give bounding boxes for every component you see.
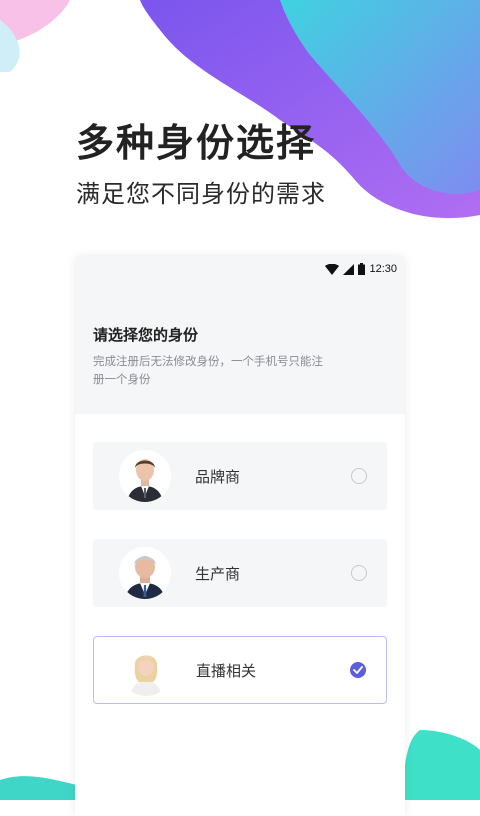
woman-avatar [120, 644, 172, 696]
option-label: 品牌商 [195, 467, 241, 486]
option-label: 直播相关 [196, 661, 257, 680]
identity-option-livestream[interactable]: 直播相关 [93, 636, 387, 704]
wifi-icon [325, 263, 340, 275]
promo-subline: 满足您不同身份的需求 [76, 180, 326, 208]
man-in-suit-avatar [119, 450, 171, 502]
checkmark-icon [353, 666, 363, 674]
status-time: 12:30 [369, 263, 397, 275]
screen-header: 12:30 请选择您的身份 完成注册后无法修改身份，一个手机号只能注册一个身份 [75, 256, 405, 414]
identity-option-brand[interactable]: 品牌商 [93, 442, 387, 510]
page-title: 请选择您的身份 [93, 326, 199, 344]
identity-option-manufacturer[interactable]: 生产商 [93, 539, 387, 607]
older-man-avatar [119, 547, 171, 599]
status-bar: 12:30 [325, 262, 397, 276]
decorative-blob-bottom-right [400, 730, 480, 800]
radio-checked-icon[interactable] [350, 662, 366, 678]
option-label: 生产商 [195, 564, 241, 583]
signal-icon [343, 263, 355, 275]
decorative-blob-top-left [0, 0, 70, 72]
phone-screen: 12:30 请选择您的身份 完成注册后无法修改身份，一个手机号只能注册一个身份 … [75, 256, 405, 816]
promo-headline: 多种身份选择 [76, 121, 317, 165]
battery-icon [358, 263, 366, 275]
page-description: 完成注册后无法修改身份，一个手机号只能注册一个身份 [93, 354, 323, 386]
radio-unchecked-icon[interactable] [351, 565, 367, 581]
radio-unchecked-icon[interactable] [351, 468, 367, 484]
